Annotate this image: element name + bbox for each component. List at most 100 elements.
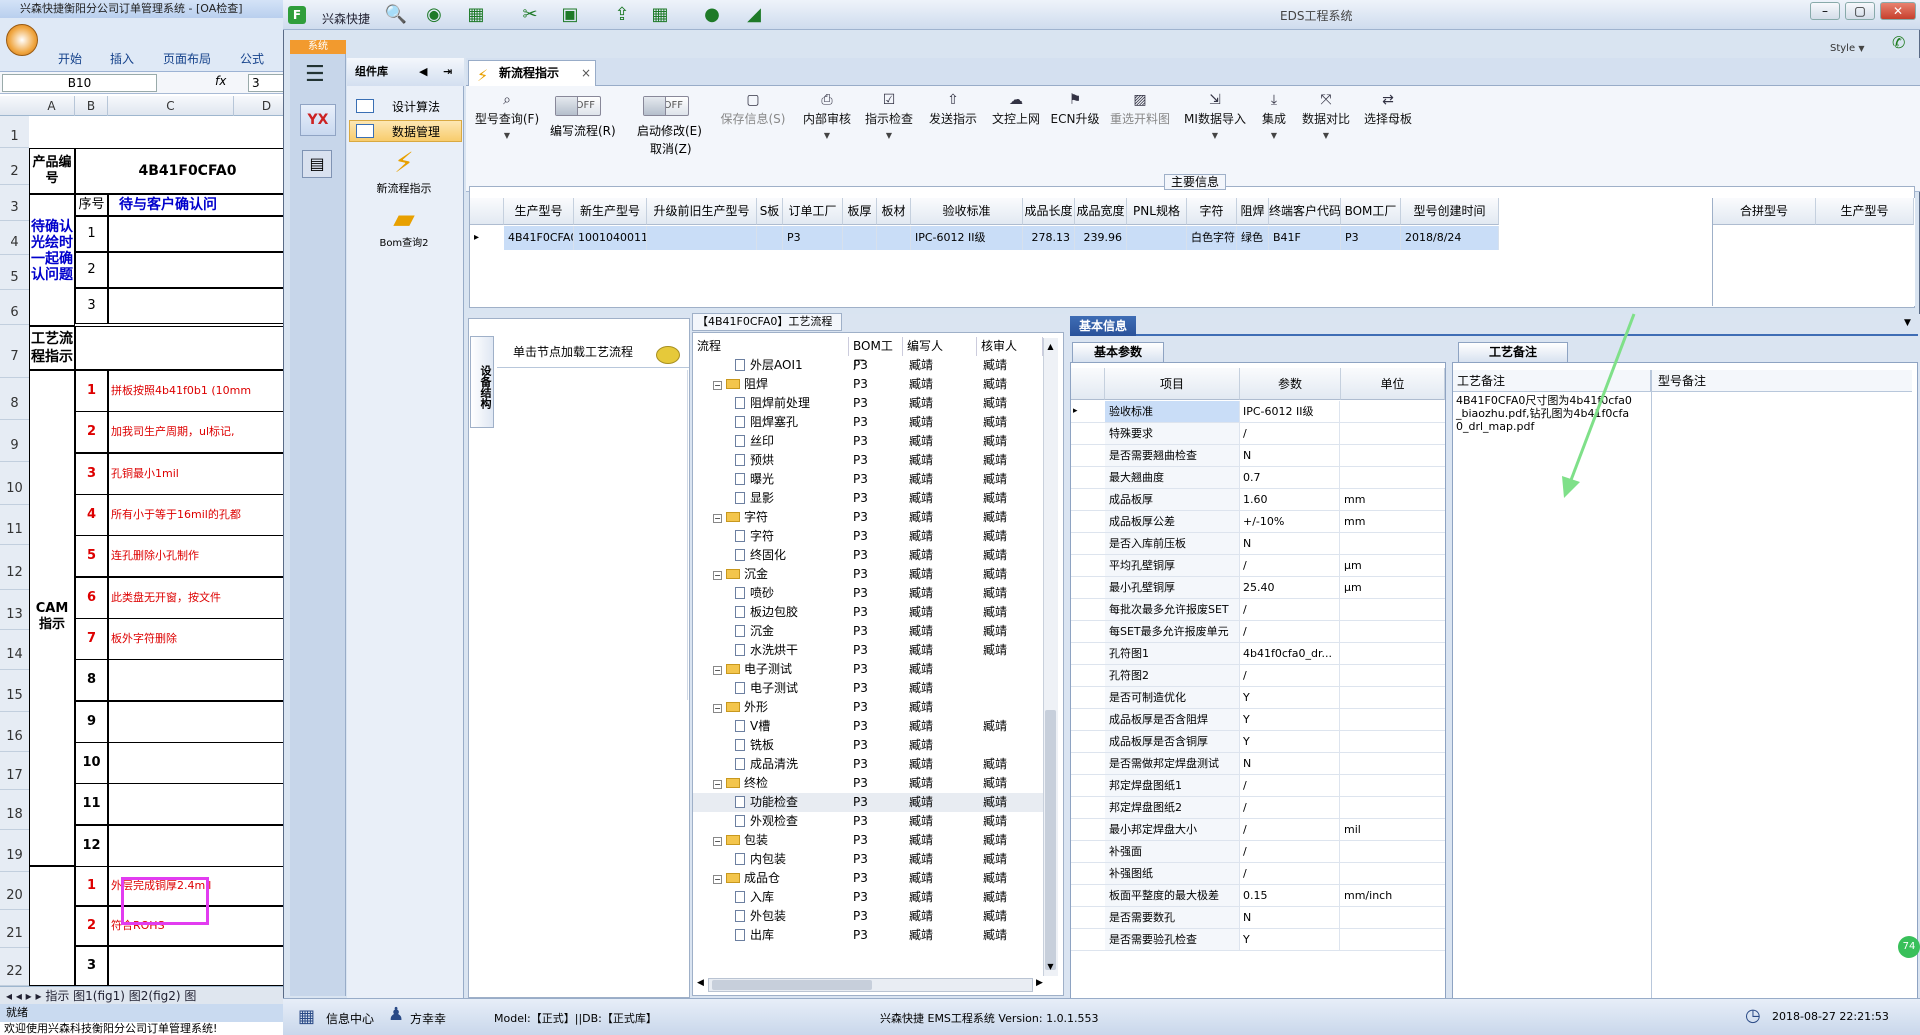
- flow-tree-row[interactable]: 字符 P3 臧靖 臧靖: [693, 527, 1043, 546]
- row-header[interactable]: 18: [0, 790, 29, 830]
- col-header-b[interactable]: B: [75, 96, 108, 116]
- basic-info-title[interactable]: 基本信息: [1070, 316, 1136, 336]
- name-box[interactable]: B10: [2, 74, 157, 92]
- internal-review-button[interactable]: ⎙ 内部审核 ▼: [798, 92, 856, 152]
- flow-node[interactable]: 出库: [735, 926, 774, 945]
- cam-item-text[interactable]: 连孔删除小孔制作: [108, 535, 300, 578]
- param-value[interactable]: Y: [1240, 709, 1340, 730]
- main-col-header[interactable]: 订单工厂: [783, 198, 843, 225]
- flow-node[interactable]: 阻焊塞孔: [735, 413, 798, 432]
- flow-node[interactable]: − 终检: [713, 774, 768, 793]
- main-cell[interactable]: 绿色: [1237, 226, 1269, 250]
- flow-col-header[interactable]: 编写人: [903, 337, 977, 356]
- chevron-down-icon[interactable]: ▼: [1904, 318, 1911, 328]
- param-value[interactable]: /: [1240, 423, 1340, 444]
- collapse-icon[interactable]: −: [713, 571, 722, 580]
- office-button-icon[interactable]: [6, 24, 38, 56]
- flow-tree-row[interactable]: − 沉金 P3 臧靖 臧靖: [693, 565, 1043, 584]
- param-row[interactable]: 最小邦定焊盘大小 / mil: [1071, 819, 1445, 841]
- export-icon[interactable]: ⇪: [610, 5, 634, 25]
- minimize-button[interactable]: –: [1810, 2, 1840, 20]
- cam-item-text[interactable]: 孔铜最小1mil: [108, 452, 300, 495]
- row-header[interactable]: 12: [0, 545, 29, 590]
- ribbon-tab-layout[interactable]: 页面布局: [163, 50, 211, 67]
- flow-tree-row[interactable]: 沉金 P3 臧靖 臧靖: [693, 622, 1043, 641]
- param-value[interactable]: /: [1240, 599, 1340, 620]
- flow-tree-row[interactable]: − 成品仓 P3 臧靖 臧靖: [693, 869, 1043, 888]
- flow-node[interactable]: V槽: [735, 717, 770, 736]
- params-col-header[interactable]: 参数: [1240, 368, 1341, 400]
- flow-tree-row[interactable]: 喷砂 P3 臧靖 臧靖: [693, 584, 1043, 603]
- structure-tab[interactable]: 设备结构: [470, 336, 494, 428]
- flow-tree-row[interactable]: 阻焊前处理 P3 臧靖 臧靖: [693, 394, 1043, 413]
- param-row[interactable]: 是否可制造优化 Y: [1071, 687, 1445, 709]
- flow-tree-row[interactable]: − 外形 P3 臧靖: [693, 698, 1043, 717]
- lightning-icon[interactable]: ⚡: [374, 146, 434, 179]
- main-col-header[interactable]: PNL规格: [1127, 198, 1187, 225]
- library-item-design[interactable]: 设计算法: [349, 95, 462, 117]
- cam-item-text[interactable]: 加我司生产周期，ul标记,: [108, 411, 300, 454]
- scroll-down-icon[interactable]: ▼: [1045, 962, 1056, 974]
- param-row[interactable]: 是否入库前压板 N: [1071, 533, 1445, 555]
- collapse-icon[interactable]: −: [713, 666, 722, 675]
- main-col-header[interactable]: 生产型号: [504, 198, 574, 225]
- flow-node[interactable]: − 阻焊: [713, 375, 768, 394]
- save-button[interactable]: ▢ 保存信息(S): [718, 92, 788, 152]
- user-icon[interactable]: ●: [700, 5, 724, 25]
- library-item-data[interactable]: 数据管理: [349, 120, 462, 142]
- merge-col-header[interactable]: 合拼型号: [1713, 198, 1816, 225]
- param-row[interactable]: 板面平整度的最大极差 0.15 mm/inch: [1071, 885, 1445, 907]
- pin-icon[interactable]: ⇥: [443, 58, 452, 86]
- cam-item-text[interactable]: 此类盘无开窗，按文件: [108, 576, 300, 619]
- cam-item-text[interactable]: [108, 741, 300, 784]
- param-value[interactable]: N: [1240, 533, 1340, 554]
- param-row[interactable]: 补强图纸 /: [1071, 863, 1445, 885]
- maximize-button[interactable]: ▢: [1845, 2, 1875, 20]
- param-value[interactable]: 0.15: [1240, 885, 1340, 906]
- param-row[interactable]: 是否需要验孔检查 Y: [1071, 929, 1445, 951]
- main-col-header[interactable]: 新生产型号: [574, 198, 647, 225]
- param-value[interactable]: Y: [1240, 731, 1340, 752]
- flow-tree-row[interactable]: 入库 P3 臧靖 臧靖: [693, 888, 1043, 907]
- flow-tree-row[interactable]: 内包装 P3 臧靖 臧靖: [693, 850, 1043, 869]
- dashboard-icon[interactable]: ▦: [298, 1006, 315, 1027]
- flow-tree-row[interactable]: 终固化 P3 臧靖 臧靖: [693, 546, 1043, 565]
- phone-icon[interactable]: ✆: [1892, 33, 1905, 52]
- row-header[interactable]: 20: [0, 872, 29, 910]
- flow-node[interactable]: 显影: [735, 489, 774, 508]
- main-col-header[interactable]: 字符: [1187, 198, 1237, 225]
- flow-tree-row[interactable]: − 字符 P3 臧靖 臧靖: [693, 508, 1043, 527]
- fx-icon[interactable]: fx: [215, 74, 226, 88]
- globe-icon[interactable]: ◉: [422, 5, 446, 25]
- param-value[interactable]: 1.60: [1240, 489, 1340, 510]
- notes-divider[interactable]: [1651, 370, 1652, 1000]
- flow-node[interactable]: − 外形: [713, 698, 768, 717]
- publish-button[interactable]: ☁ 文控上网: [987, 92, 1045, 152]
- main-col-header[interactable]: 终端客户代码: [1269, 198, 1341, 225]
- param-value[interactable]: Y: [1240, 929, 1340, 950]
- flow-node[interactable]: − 电子测试: [713, 660, 792, 679]
- row-header[interactable]: 9: [0, 420, 29, 462]
- scroll-up-icon[interactable]: ▲: [1045, 342, 1056, 354]
- param-row[interactable]: 每SET最多允许报废单元 /: [1071, 621, 1445, 643]
- sheet-nav-icon[interactable]: ◂ ◂ ▸ ▸: [6, 989, 45, 1003]
- param-value[interactable]: N: [1240, 753, 1340, 774]
- cancel-label[interactable]: 取消(Z): [650, 140, 692, 157]
- flow-tree-row[interactable]: 功能检查 P3 臧靖 臧靖: [693, 793, 1043, 812]
- folder-icon[interactable]: ▰: [374, 202, 434, 235]
- tab-process-notes[interactable]: 工艺备注: [1458, 342, 1568, 362]
- main-col-header[interactable]: 板材: [877, 198, 911, 225]
- row-header[interactable]: 21: [0, 910, 29, 948]
- cam-item-text[interactable]: 板外字符删除: [108, 617, 300, 660]
- row-header[interactable]: 17: [0, 752, 29, 790]
- merge-col-header[interactable]: 生产型号: [1816, 198, 1914, 225]
- main-cell[interactable]: P3: [1341, 226, 1401, 250]
- main-cell[interactable]: [1127, 226, 1187, 250]
- flow-col-header[interactable]: 流程: [693, 337, 849, 356]
- row-header[interactable]: 10: [0, 462, 29, 505]
- param-row[interactable]: 最大翘曲度 0.7: [1071, 467, 1445, 489]
- select-mother-button[interactable]: ⇄ 选择母板: [1360, 92, 1416, 152]
- main-cell[interactable]: 4B41F0CFA0: [504, 226, 574, 250]
- param-row[interactable]: 是否需做邦定焊盘测试 N: [1071, 753, 1445, 775]
- cam-item-text[interactable]: [108, 824, 300, 867]
